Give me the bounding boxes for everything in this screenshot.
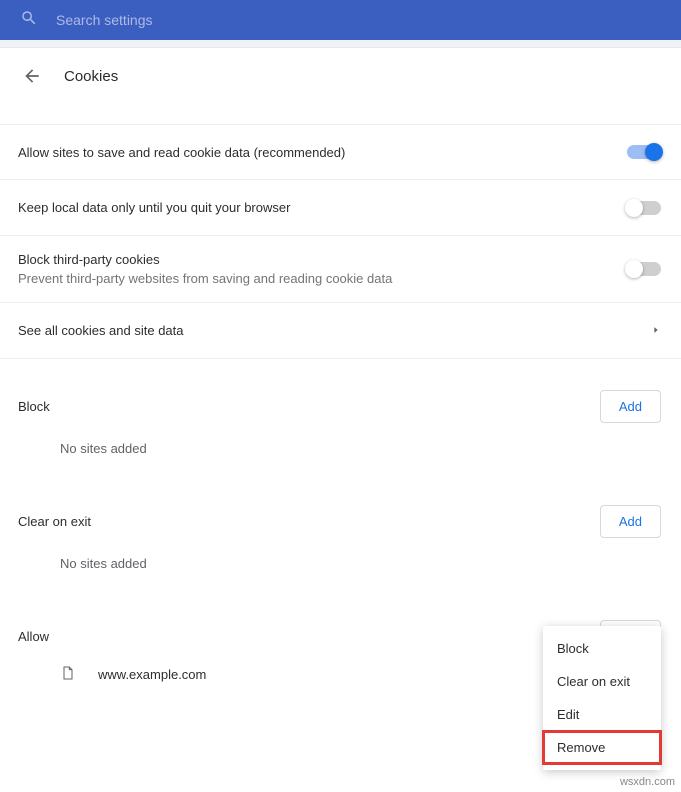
context-menu: Block Clear on exit Edit Remove [543,626,661,770]
section-title-allow: Allow [18,629,49,644]
setting-block-third-party: Block third-party cookies Prevent third-… [0,236,681,303]
menu-item-remove[interactable]: Remove [543,731,661,764]
search-icon [20,9,38,32]
page-title: Cookies [64,68,118,85]
add-clear-button[interactable]: Add [600,505,661,538]
menu-item-block[interactable]: Block [543,632,661,665]
add-block-button[interactable]: Add [600,390,661,423]
back-arrow-icon[interactable] [22,66,42,86]
section-title-block: Block [18,399,50,414]
setting-keep-local: Keep local data only until you quit your… [0,180,681,236]
toggle-block-third-party[interactable] [627,262,661,276]
chevron-right-icon [651,322,661,340]
menu-item-clear-on-exit[interactable]: Clear on exit [543,665,661,698]
page-header: Cookies [0,48,681,106]
setting-label: Block third-party cookies [18,252,392,267]
divider [0,40,681,48]
setting-label: See all cookies and site data [18,323,184,338]
watermark: wsxdn.com [620,776,675,788]
block-empty-text: No sites added [18,423,661,474]
setting-sublabel: Prevent third-party websites from saving… [18,271,392,286]
setting-allow-cookies: Allow sites to save and read cookie data… [0,124,681,180]
section-clear: Clear on exit Add No sites added [0,474,681,589]
setting-label: Keep local data only until you quit your… [18,200,290,215]
toggle-keep-local[interactable] [627,201,661,215]
setting-label: Allow sites to save and read cookie data… [18,145,345,160]
nav-see-all-cookies[interactable]: See all cookies and site data [0,303,681,359]
document-icon [60,665,76,684]
section-block: Block Add No sites added [0,359,681,474]
section-title-clear: Clear on exit [18,514,91,529]
clear-empty-text: No sites added [18,538,661,589]
toggle-allow-cookies[interactable] [627,145,661,159]
menu-item-edit[interactable]: Edit [543,698,661,731]
search-input[interactable] [56,12,661,28]
site-url: www.example.com [98,667,206,682]
search-bar [0,0,681,40]
